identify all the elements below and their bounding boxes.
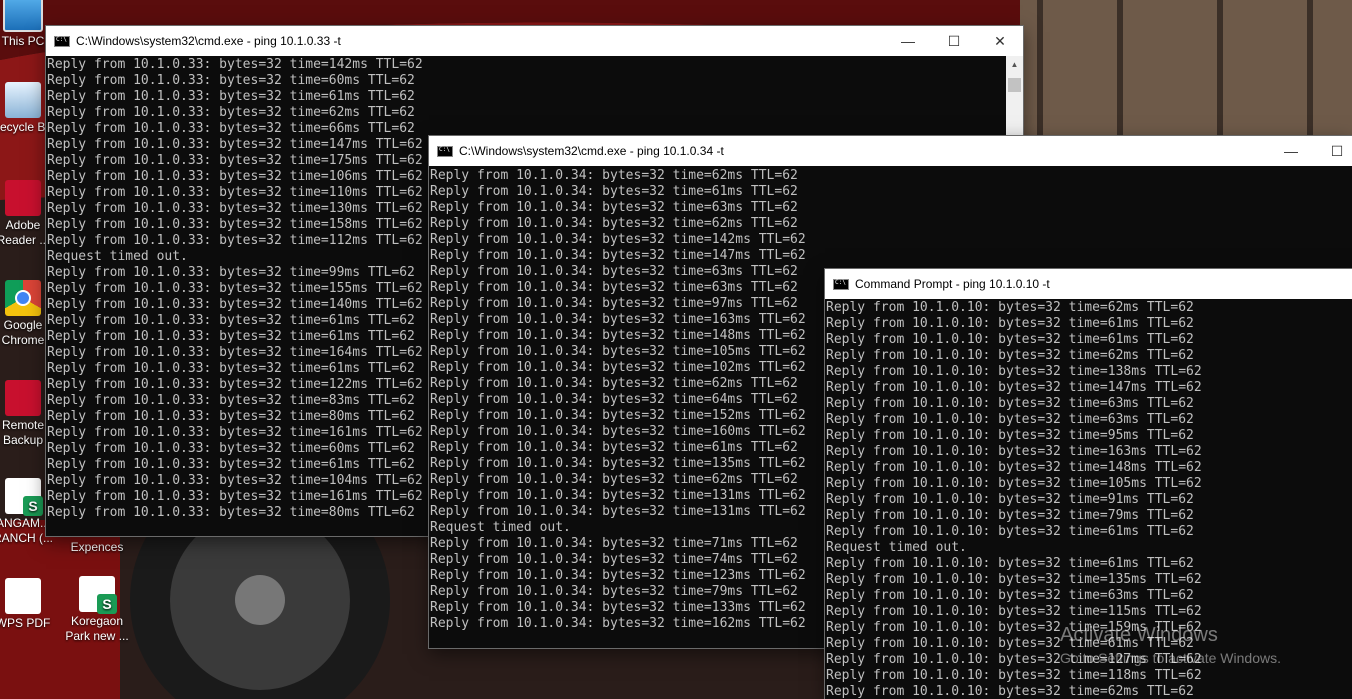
console-line: Reply from 10.1.0.34: bytes=32 time=62ms…: [430, 168, 798, 183]
console-line: Reply from 10.1.0.10: bytes=32 time=62ms…: [826, 348, 1194, 363]
desktop-icon-label: WPS PDF: [0, 616, 51, 630]
desktop-icon-wps-pdf[interactable]: WPS PDF: [0, 578, 58, 631]
console-line: Request timed out.: [826, 540, 967, 555]
desktop-icon-label: Remote Backup: [1, 418, 45, 447]
window-titlebar[interactable]: C:\Windows\system32\cmd.exe - ping 10.1.…: [429, 136, 1352, 166]
console-line: Reply from 10.1.0.34: bytes=32 time=62ms…: [430, 216, 798, 231]
window-titlebar[interactable]: C:\Windows\system32\cmd.exe - ping 10.1.…: [46, 26, 1023, 56]
console-line: Reply from 10.1.0.10: bytes=32 time=105m…: [826, 476, 1202, 491]
console-line: Reply from 10.1.0.10: bytes=32 time=61ms…: [826, 556, 1194, 571]
desktop-icon-label: Adobe Reader ...: [0, 218, 50, 247]
console-line: Reply from 10.1.0.10: bytes=32 time=115m…: [826, 604, 1202, 619]
console-line: Reply from 10.1.0.33: bytes=32 time=60ms…: [47, 73, 415, 88]
console-line: Reply from 10.1.0.33: bytes=32 time=61ms…: [47, 89, 415, 104]
console-line: Reply from 10.1.0.34: bytes=32 time=61ms…: [430, 184, 798, 199]
spreadsheet-badge-icon: S: [97, 594, 117, 614]
console-line: Reply from 10.1.0.10: bytes=32 time=138m…: [826, 364, 1202, 379]
scrollbar-thumb[interactable]: [1008, 78, 1021, 92]
desktop-icon-label: Google Chrome: [1, 318, 45, 347]
recycle-bin-icon: [5, 82, 41, 118]
window-title: Command Prompt - ping 10.1.0.10 -t: [855, 277, 1050, 291]
spreadsheet-icon: S: [79, 576, 117, 614]
desktop-icon-expences[interactable]: Expences: [62, 540, 132, 555]
console-line: Reply from 10.1.0.10: bytes=32 time=62ms…: [826, 684, 1194, 699]
maximize-button[interactable]: ☐: [1314, 136, 1352, 166]
maximize-button[interactable]: ☐: [931, 26, 977, 56]
console-line: Reply from 10.1.0.34: bytes=32 time=63ms…: [430, 200, 798, 215]
desktop-icon-label: Expences: [70, 540, 124, 554]
pdf-reader-icon: [5, 180, 41, 216]
spreadsheet-icon: S: [5, 478, 43, 516]
scroll-up-arrow-icon[interactable]: ▲: [1006, 56, 1023, 73]
activation-watermark-title: Activate Windows: [1060, 624, 1218, 646]
close-button[interactable]: ✕: [977, 26, 1023, 56]
chrome-icon: [5, 280, 41, 316]
console-line: Reply from 10.1.0.10: bytes=32 time=95ms…: [826, 428, 1194, 443]
console-line: Reply from 10.1.0.10: bytes=32 time=63ms…: [826, 588, 1194, 603]
window-titlebar[interactable]: Command Prompt - ping 10.1.0.10 -t: [825, 269, 1352, 299]
console-line: Reply from 10.1.0.10: bytes=32 time=61ms…: [826, 316, 1194, 331]
desktop-icon-koregaon-park[interactable]: S Koregaon Park new ...: [62, 576, 132, 644]
console-line: Reply from 10.1.0.10: bytes=32 time=63ms…: [826, 412, 1194, 427]
console-line: Reply from 10.1.0.33: bytes=32 time=66ms…: [47, 121, 415, 136]
console-line: Reply from 10.1.0.10: bytes=32 time=147m…: [826, 380, 1202, 395]
console-line: Reply from 10.1.0.10: bytes=32 time=63ms…: [826, 396, 1194, 411]
console-icon: [437, 145, 453, 157]
backup-icon: [5, 380, 41, 416]
activation-watermark-subtitle: Go to Settings to activate Windows.: [1060, 650, 1281, 666]
console-line: Reply from 10.1.0.10: bytes=32 time=61ms…: [826, 524, 1194, 539]
console-line: Reply from 10.1.0.10: bytes=32 time=148m…: [826, 460, 1202, 475]
console-line: Reply from 10.1.0.33: bytes=32 time=142m…: [47, 57, 423, 72]
console-line: Reply from 10.1.0.10: bytes=32 time=62ms…: [826, 300, 1194, 315]
desktop-icon-label: Koregaon Park new ...: [65, 614, 129, 643]
minimize-button[interactable]: —: [1268, 136, 1314, 166]
console-line: Reply from 10.1.0.10: bytes=32 time=91ms…: [826, 492, 1194, 507]
console-line: Reply from 10.1.0.33: bytes=32 time=62ms…: [47, 105, 415, 120]
computer-icon: [3, 0, 43, 32]
console-line: Reply from 10.1.0.34: bytes=32 time=142m…: [430, 232, 806, 247]
desktop-icon-label: This PC: [1, 34, 45, 48]
window-title: C:\Windows\system32\cmd.exe - ping 10.1.…: [459, 144, 724, 158]
console-line: Reply from 10.1.0.10: bytes=32 time=61ms…: [826, 332, 1194, 347]
minimize-button[interactable]: —: [885, 26, 931, 56]
window-title: C:\Windows\system32\cmd.exe - ping 10.1.…: [76, 34, 341, 48]
wps-pdf-icon: [5, 578, 41, 614]
console-line: Reply from 10.1.0.34: bytes=32 time=147m…: [430, 248, 806, 263]
console-line: Reply from 10.1.0.10: bytes=32 time=79ms…: [826, 508, 1194, 523]
console-icon: [54, 35, 70, 47]
console-line: Reply from 10.1.0.10: bytes=32 time=163m…: [826, 444, 1202, 459]
spreadsheet-badge-icon: S: [23, 496, 43, 516]
console-icon: [833, 278, 849, 290]
console-line: Reply from 10.1.0.10: bytes=32 time=118m…: [826, 668, 1202, 683]
console-line: Reply from 10.1.0.10: bytes=32 time=135m…: [826, 572, 1202, 587]
